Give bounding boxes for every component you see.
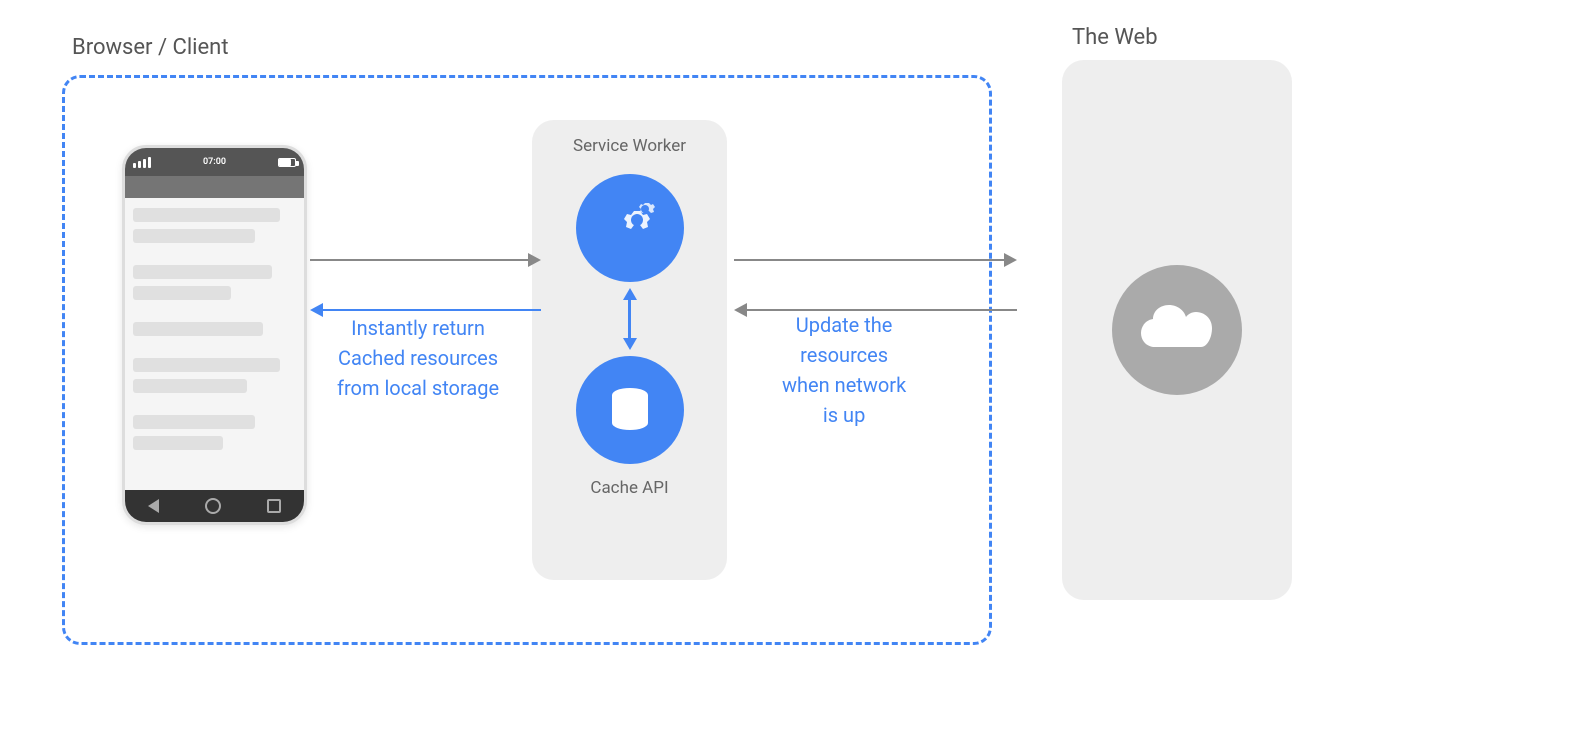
- signal-icon: [133, 157, 151, 168]
- cloud-icon: [1137, 303, 1217, 358]
- cache-api-label: Cache API: [590, 478, 668, 498]
- home-icon: [205, 498, 221, 514]
- content-placeholder: [133, 208, 280, 222]
- update-line1: Update the: [782, 310, 906, 340]
- arrow-line-blue: [323, 309, 541, 312]
- content-placeholder: [133, 436, 223, 450]
- arrow-line: [310, 259, 528, 261]
- web-box: [1062, 60, 1292, 600]
- content-placeholder: [133, 415, 255, 429]
- arrow-up-icon: [623, 338, 637, 350]
- arrow-right-gray-icon: [1004, 253, 1017, 267]
- update-resources-annotation: Update the resources when network is up: [782, 310, 906, 430]
- back-icon: [148, 499, 159, 513]
- arrow-left-gray-icon: [734, 303, 747, 317]
- content-placeholder: [133, 265, 272, 279]
- phone-bottom-bar: [125, 490, 304, 522]
- service-worker-label: Service Worker: [573, 136, 686, 156]
- cloud-circle: [1112, 265, 1242, 395]
- arrow-line-gray: [734, 259, 1004, 261]
- browser-label: Browser / Client: [72, 35, 229, 60]
- sw-to-web-arrow: [734, 253, 1017, 267]
- recents-icon: [267, 499, 281, 513]
- arrow-right-icon: [528, 253, 541, 267]
- phone-to-sw-arrow: [310, 253, 541, 267]
- arrow-down-icon: [623, 288, 637, 300]
- content-placeholder: [133, 379, 247, 393]
- web-label: The Web: [1062, 25, 1292, 50]
- update-line2: resources: [782, 340, 906, 370]
- the-web-section: The Web: [1062, 25, 1292, 600]
- content-placeholder: [133, 322, 263, 336]
- arrow-line-vertical: [628, 300, 631, 338]
- phone-content-area: [125, 198, 304, 490]
- phone-time: 07:00: [203, 157, 226, 167]
- phone-device: 07:00: [122, 145, 307, 525]
- content-placeholder: [133, 229, 255, 243]
- database-icon: [600, 380, 660, 440]
- sw-cache-connector: [623, 282, 637, 356]
- battery-icon: [278, 158, 296, 167]
- service-worker-icon-circle: [576, 174, 684, 282]
- annotation-line1: Instantly return: [337, 313, 499, 343]
- annotation-line3: from local storage: [337, 373, 499, 403]
- content-placeholder: [133, 358, 280, 372]
- update-line3: when network: [782, 370, 906, 400]
- phone-status-bar: 07:00: [125, 148, 304, 176]
- cached-resources-annotation: Instantly return Cached resources from l…: [337, 313, 499, 403]
- gear-icon: [595, 193, 665, 263]
- cache-api-icon-circle: [576, 356, 684, 464]
- diagram: Browser / Client 07:00: [42, 25, 1542, 705]
- arrow-left-blue-icon: [310, 303, 323, 317]
- annotation-line2: Cached resources: [337, 343, 499, 373]
- update-line4: is up: [782, 400, 906, 430]
- service-worker-box: Service Worker: [532, 120, 727, 580]
- phone-nav-bar: [125, 176, 304, 198]
- content-placeholder: [133, 286, 231, 300]
